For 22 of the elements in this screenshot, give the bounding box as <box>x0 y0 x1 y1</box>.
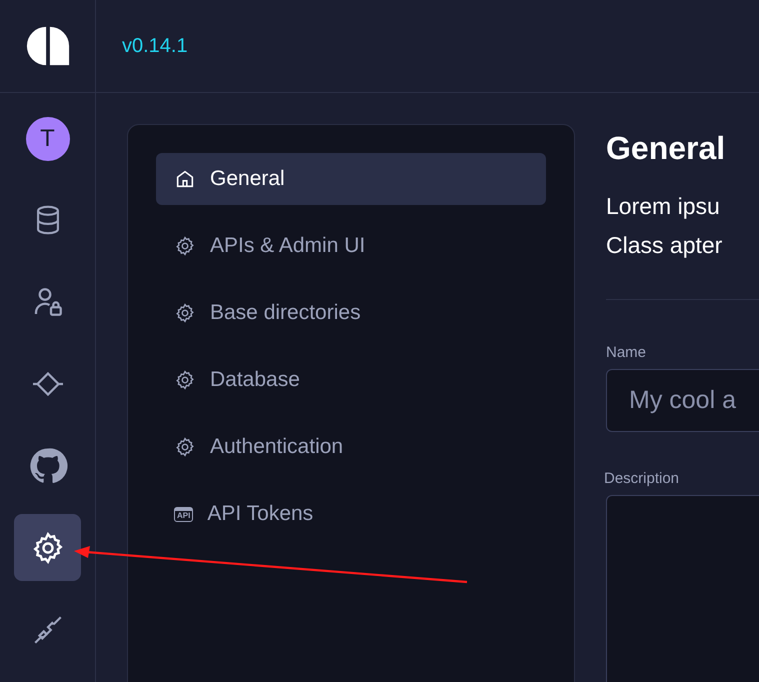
menu-item[interactable]: Base directories <box>156 287 546 339</box>
api-icon: API <box>174 506 194 522</box>
avatar[interactable]: T <box>26 117 70 161</box>
gear-icon <box>174 436 196 458</box>
menu-item[interactable]: API API Tokens <box>156 488 546 540</box>
home-icon <box>174 168 196 190</box>
menu-item[interactable]: General <box>156 153 546 205</box>
gear-icon <box>174 369 196 391</box>
field-label: Name <box>606 344 648 361</box>
gear-icon <box>174 302 196 324</box>
intro-text: Lorem ipsu <box>606 193 721 220</box>
name-field[interactable]: My cool a <box>606 369 759 432</box>
intro-text: Class apter <box>606 232 724 259</box>
menu-item[interactable]: APIs & Admin UI <box>156 220 546 272</box>
cat-logo-icon <box>28 446 68 486</box>
gear-button[interactable] <box>14 514 81 581</box>
field-label: Description <box>604 470 680 487</box>
page-title: General <box>606 130 726 167</box>
gear-icon <box>174 235 196 257</box>
menu-item[interactable]: Authentication <box>156 421 546 473</box>
menu-item[interactable]: Database <box>156 354 546 406</box>
version-label: v0.14.1 <box>122 34 188 58</box>
